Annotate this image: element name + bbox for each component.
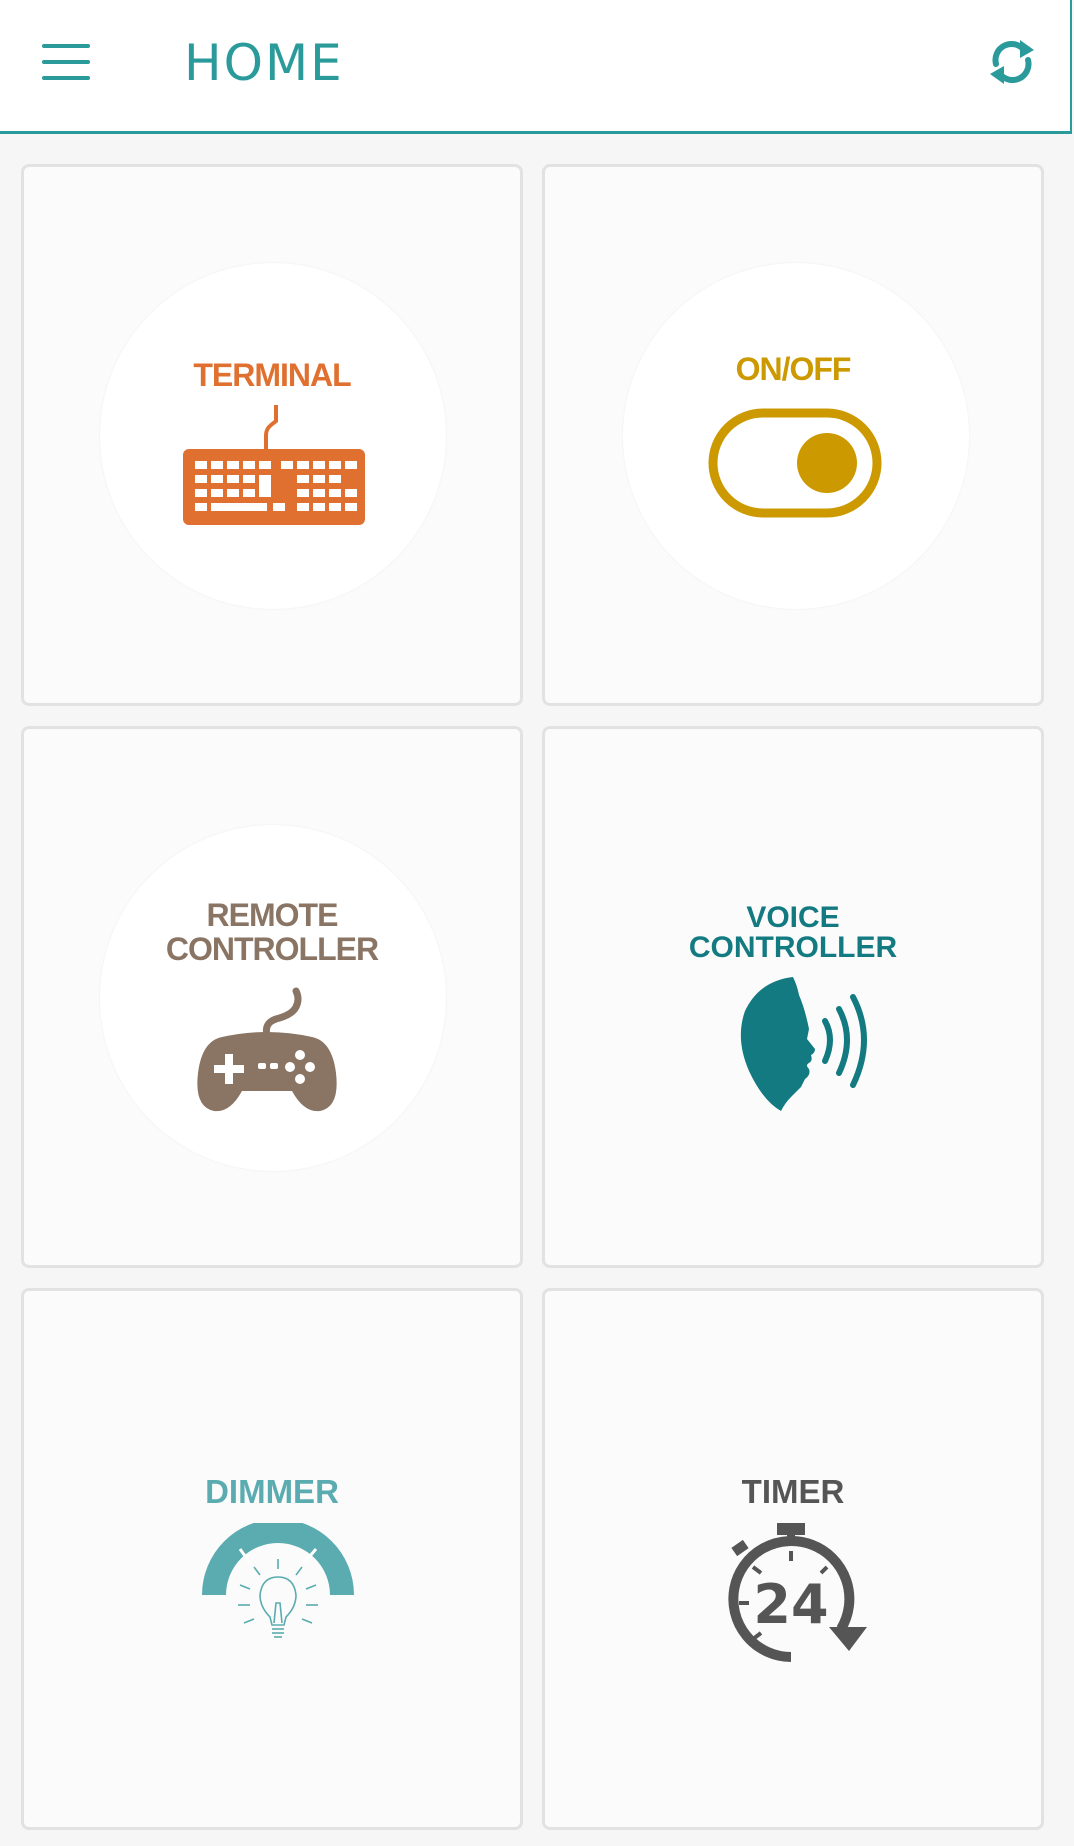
tile-label-line1: REMOTE (206, 897, 339, 933)
tile-timer[interactable]: TIMER 24 (542, 1288, 1044, 1830)
tile-voice-controller[interactable]: VOICE CONTROLLER (542, 726, 1044, 1268)
dimmer-bulb-icon (202, 1523, 354, 1638)
tile-label: DIMMER (205, 1473, 339, 1510)
tile-label: TERMINAL (193, 357, 351, 393)
tile-remote-controller[interactable]: REMOTE CONTROLLER (21, 726, 523, 1268)
keyboard-icon (183, 405, 365, 525)
hamburger-menu-icon (42, 44, 90, 48)
tile-terminal[interactable]: TERMINAL (21, 164, 523, 706)
speaking-head-icon (740, 977, 867, 1111)
hamburger-menu-icon (42, 60, 90, 64)
tile-label: ON/OFF (735, 351, 852, 387)
stopwatch-24-icon: 24 (728, 1523, 867, 1662)
gamepad-icon (197, 987, 337, 1112)
menu-button[interactable] (38, 40, 94, 84)
tile-label: TIMER (741, 1473, 845, 1510)
tile-on-off[interactable]: ON/OFF (542, 164, 1044, 706)
app-bar: HOME (0, 0, 1072, 134)
tile-label-line2: CONTROLLER (688, 931, 898, 964)
tile-dimmer[interactable]: DIMMER (21, 1288, 523, 1830)
timer-24-text: 24 (753, 1573, 828, 1636)
refresh-icon (990, 40, 1034, 84)
refresh-button[interactable] (984, 34, 1040, 90)
tile-label-line1: VOICE (746, 901, 840, 934)
tile-label-line2: CONTROLLER (165, 931, 379, 967)
hamburger-menu-icon (42, 76, 90, 80)
toggle-switch-icon (708, 408, 882, 518)
page-title: HOME (184, 34, 344, 92)
